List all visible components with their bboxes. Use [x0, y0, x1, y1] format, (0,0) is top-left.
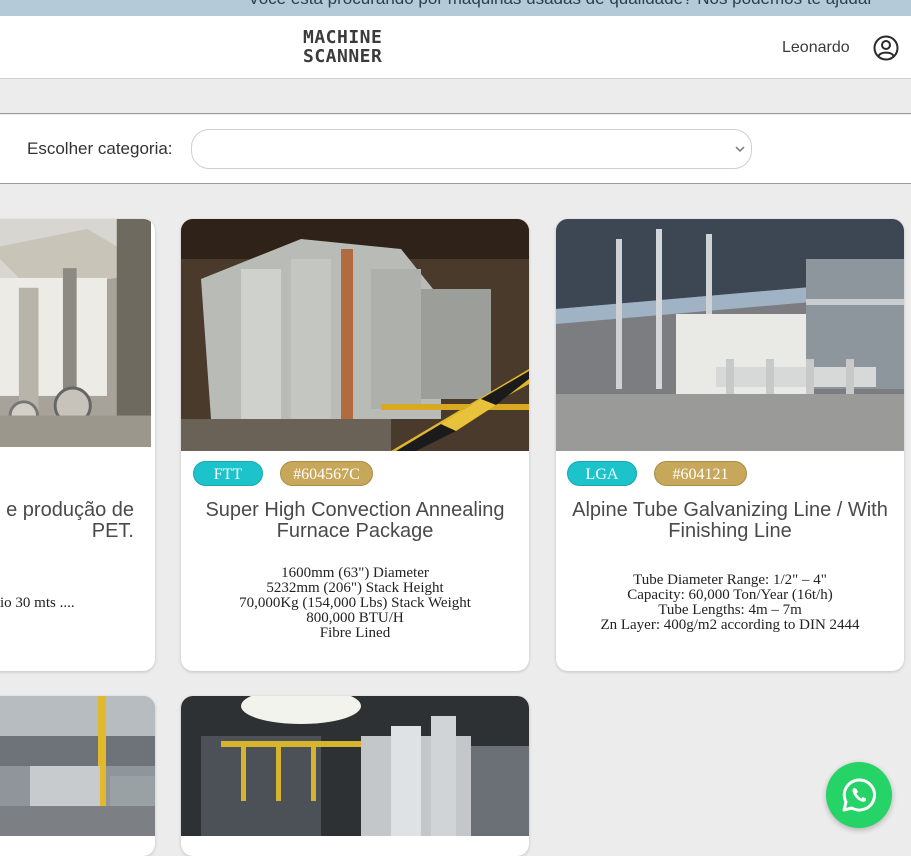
- description-line: 70,000Kg (154,000 Lbs) Stack Weight: [239, 595, 471, 611]
- announcement-bar: Você está procurando por máquinas usadas…: [0, 0, 911, 16]
- description-line: Tube Diameter Range: 1/2" – 4": [633, 572, 827, 588]
- category-filter-label: Escolher categoria:: [27, 139, 173, 158]
- whatsapp-button[interactable]: [826, 762, 892, 828]
- product-card[interactable]: e produção de PET. io 30 mts ....: [0, 219, 155, 671]
- site-header: MACHINE SCANNER Leonardo: [0, 16, 911, 79]
- product-title: Super High Convection Annealing Furnace …: [181, 500, 529, 542]
- user-circle-icon[interactable]: [873, 35, 899, 61]
- product-photo: [0, 219, 151, 447]
- category-code-badge: LGA: [567, 461, 637, 486]
- product-card[interactable]: LGA #604121 Alpine Tube Galvanizing Line…: [556, 219, 904, 671]
- whatsapp-icon: [842, 778, 876, 812]
- description-line: Fibre Lined: [319, 625, 391, 641]
- product-title-line-1: e produção de: [6, 499, 134, 521]
- description-line: io 30 mts ....: [0, 595, 75, 611]
- description-line: 800,000 BTU/H: [306, 610, 404, 626]
- chevron-down-icon: [735, 146, 745, 153]
- reference-badge: #604567C: [280, 461, 373, 486]
- description-line: Capacity: 60,000 Ton/Year (16t/h): [627, 587, 833, 603]
- description-line: 1600mm (63") Diameter: [281, 565, 429, 581]
- product-title-line-1: Alpine Tube Galvanizing Line / With: [572, 499, 888, 521]
- product-card[interactable]: FTT #604567C Super High Convection Annea…: [181, 219, 529, 671]
- product-description: io 30 mts ....: [0, 596, 155, 611]
- product-title: Alpine Tube Galvanizing Line / With Fini…: [556, 500, 904, 542]
- product-card[interactable]: [0, 696, 155, 856]
- product-title-line-2: Finishing Line: [668, 520, 792, 542]
- product-title-line-1: Super High Convection Annealing: [205, 499, 505, 521]
- category-select[interactable]: [191, 129, 752, 169]
- reference-badge: #604121: [654, 461, 747, 486]
- sub-strip: [0, 80, 911, 114]
- product-title: e produção de PET.: [0, 500, 155, 542]
- product-photo: [556, 219, 904, 451]
- description-line: 5232mm (206") Stack Height: [266, 580, 444, 596]
- product-description: Tube Diameter Range: 1/2" – 4" Capacity:…: [556, 573, 904, 633]
- announcement-text: Você está procurando por máquinas usadas…: [248, 0, 873, 9]
- logo-line-2: SCANNER: [303, 46, 383, 67]
- category-filter-bar: Escolher categoria:: [0, 115, 911, 184]
- product-photo: [181, 696, 529, 836]
- category-code-badge: FTT: [193, 461, 263, 486]
- logo[interactable]: MACHINE SCANNER: [303, 28, 407, 66]
- user-name[interactable]: Leonardo: [782, 39, 850, 57]
- product-title-line-2: PET.: [91, 520, 134, 542]
- product-photo: [181, 219, 529, 451]
- logo-line-1: MACHINE: [303, 27, 383, 48]
- product-title-line-2: Furnace Package: [276, 520, 434, 542]
- description-line: Tube Lengths: 4m – 7m: [658, 602, 802, 618]
- product-description: 1600mm (63") Diameter 5232mm (206") Stac…: [181, 566, 529, 641]
- description-line: Zn Layer: 400g/m2 according to DIN 2444: [600, 617, 860, 633]
- product-card[interactable]: [181, 696, 529, 856]
- product-photo: [0, 696, 155, 836]
